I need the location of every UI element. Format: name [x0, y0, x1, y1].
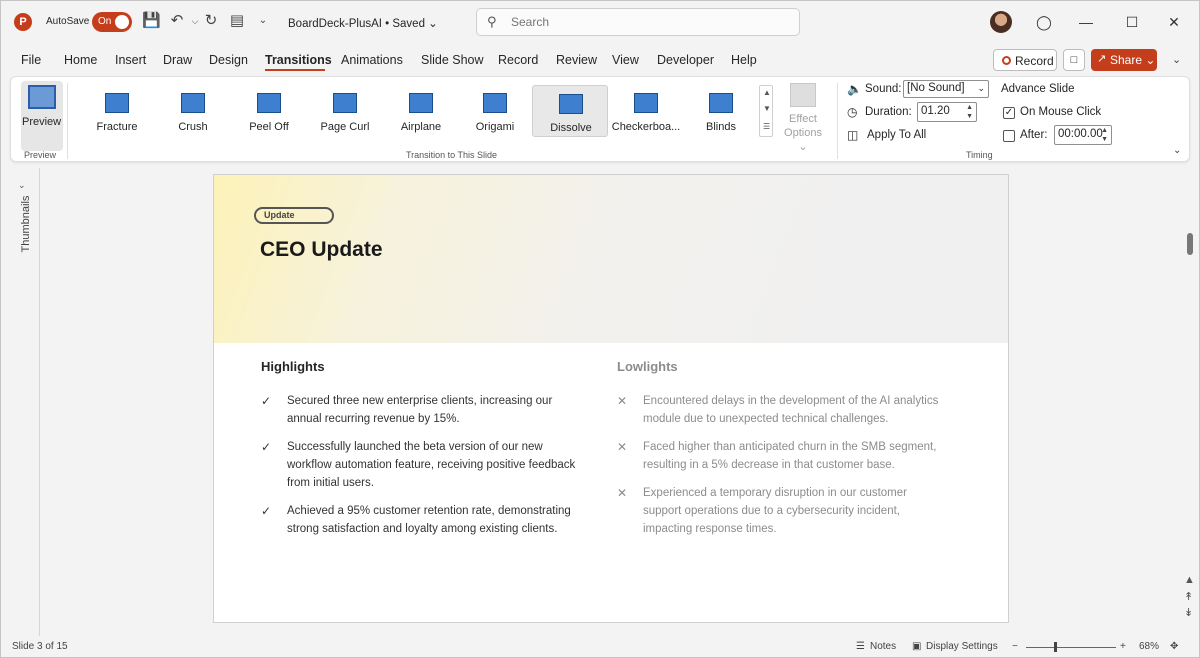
- window-frame: [0, 0, 1200, 658]
